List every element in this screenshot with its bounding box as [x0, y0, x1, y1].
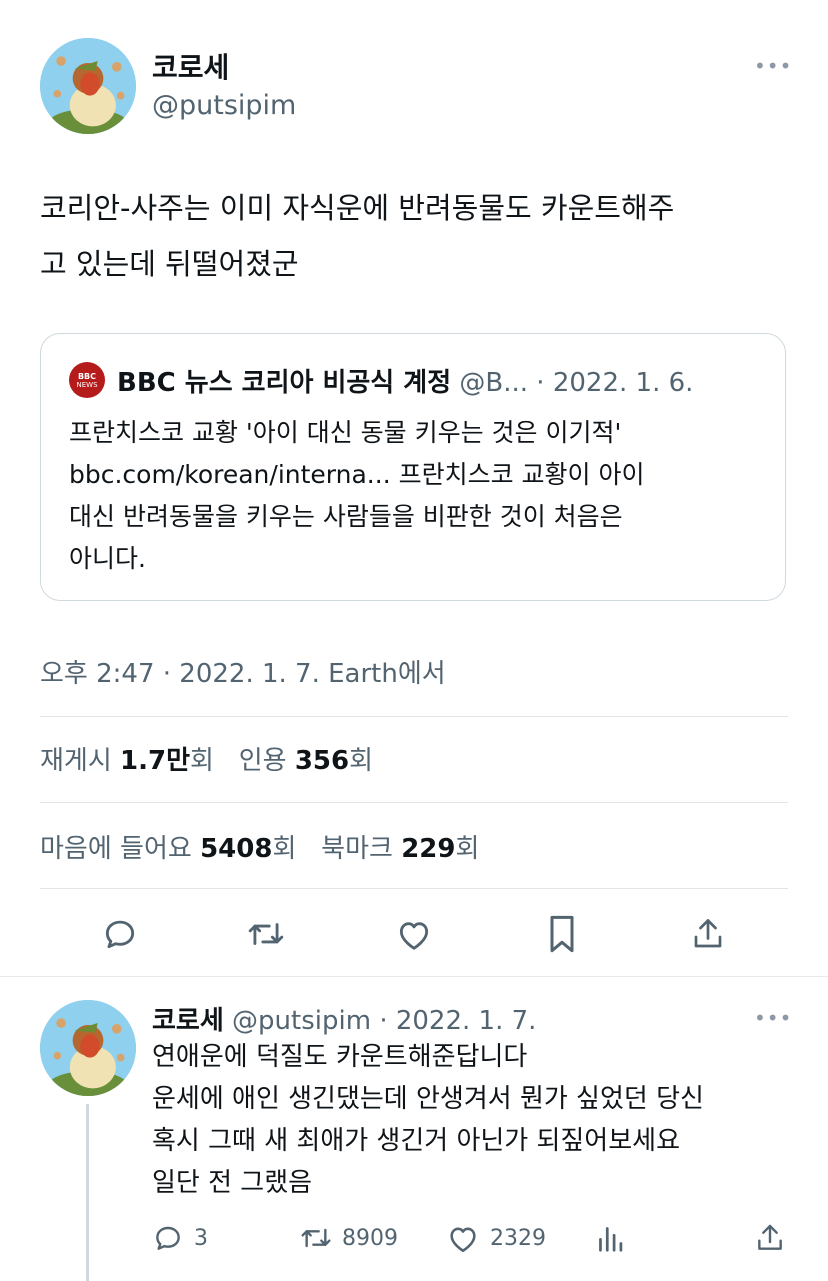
reply-date[interactable]: · 2022. 1. 7.	[379, 1006, 536, 1036]
reply-share-button[interactable]	[752, 1218, 788, 1258]
quoted-text: 프란치스코 교황 '아이 대신 동물 키우는 것은 이기적' bbc.com/k…	[69, 412, 769, 580]
reply-display-name[interactable]: 코로세	[152, 1006, 224, 1036]
likes-stat[interactable]: 마음에 들어요 5408회	[40, 834, 296, 864]
reply-text-line: 운세에 애인 생긴댔는데 안생겨서 뭔가 싶었던 당신	[152, 1084, 704, 1114]
reply-reply-button[interactable]: 3	[152, 1218, 208, 1258]
retweet-quote-stats: 재게시 1.7만회 인용 356회	[40, 740, 373, 777]
avatar-illustration	[40, 38, 136, 134]
reply-text-line: 혹시 그때 새 최애가 생긴거 아닌가 되짚어보세요	[152, 1126, 680, 1156]
bookmark-button[interactable]	[538, 910, 586, 958]
retweet-count: 8909	[342, 1225, 398, 1251]
reply-header: 코로세 @putsipim · 2022. 1. 7.	[152, 1000, 536, 1037]
divider	[40, 802, 788, 803]
quoted-text-line: 대신 반려동물을 키우는 사람들을 비판한 것이 처음은	[69, 502, 623, 531]
like-bookmark-stats: 마음에 들어요 5408회 북마크 229회	[40, 828, 479, 865]
bookmarks-value: 229	[401, 834, 456, 864]
retweets-unit: 회	[190, 746, 214, 776]
reply-icon	[105, 920, 135, 949]
like-icon	[399, 922, 429, 950]
likes-value: 5408	[200, 834, 273, 864]
views-icon	[599, 1227, 623, 1252]
bbc-logo-icon: BBC NEWS	[69, 362, 105, 398]
avatar-illustration	[40, 1000, 136, 1096]
reply-like-button[interactable]: 2329	[446, 1218, 546, 1258]
news-logo-text: NEWS	[76, 380, 98, 389]
reply-more-options-icon[interactable]: •••	[754, 1006, 792, 1030]
retweet-button[interactable]	[242, 910, 290, 958]
quoted-date[interactable]: · 2022. 1. 6.	[536, 368, 693, 398]
quoted-header: BBC 뉴스 코리아 비공식 계정 @B... · 2022. 1. 6.	[117, 362, 693, 399]
reply-count: 3	[194, 1225, 208, 1251]
quoted-handle[interactable]: @B...	[459, 368, 528, 398]
quoted-source-name[interactable]: BBC 뉴스 코리아 비공식 계정	[117, 368, 451, 398]
reply-retweet-button[interactable]: 8909	[298, 1218, 398, 1258]
like-button[interactable]	[390, 910, 438, 958]
author-avatar[interactable]	[40, 38, 136, 134]
views-button[interactable]	[594, 1218, 626, 1258]
author-handle[interactable]: @putsipim	[152, 90, 296, 121]
bookmarks-label: 북마크	[321, 834, 393, 864]
like-count: 2329	[490, 1225, 546, 1251]
retweet-icon	[248, 923, 284, 945]
share-icon	[694, 919, 722, 948]
quotes-stat[interactable]: 인용 356회	[239, 746, 373, 776]
tweet-text: 코리안-사주는 이미 자식운에 반려동물도 카운트해주 고 있는데 뒤떨어졌군	[40, 180, 800, 292]
retweets-label: 재게시	[40, 746, 112, 776]
section-divider	[0, 976, 828, 977]
bookmarks-stat[interactable]: 북마크 229회	[321, 834, 479, 864]
reply-author-avatar[interactable]	[40, 1000, 136, 1096]
share-icon	[758, 1224, 782, 1250]
retweets-value: 1.7만	[120, 746, 191, 776]
quoted-text-line: bbc.com/korean/interna... 프란치스코 교황이 아이	[69, 460, 645, 489]
reply-text: 연애운에 덕질도 카운트해준답니다 운세에 애인 생긴댔는데 안생겨서 뭔가 싶…	[152, 1036, 812, 1204]
bbc-logo-text: BBC	[77, 371, 97, 381]
tweet-text-line: 고 있는데 뒤떨어졌군	[40, 247, 299, 281]
thread-line	[86, 1104, 89, 1281]
quotes-unit: 회	[349, 746, 374, 776]
reply-handle[interactable]: @putsipim	[232, 1006, 371, 1036]
tweet-timestamp[interactable]: 오후 2:47 · 2022. 1. 7. Earth에서	[40, 653, 446, 690]
tweet-text-line: 코리안-사주는 이미 자식운에 반려동물도 카운트해주	[40, 191, 675, 225]
likes-unit: 회	[272, 834, 297, 864]
reply-icon	[156, 1226, 180, 1250]
quoted-tweet-card[interactable]: BBC NEWS BBC 뉴스 코리아 비공식 계정 @B... · 2022.…	[40, 333, 786, 601]
more-options-icon[interactable]: •••	[754, 54, 792, 78]
author-display-name[interactable]: 코로세	[152, 46, 229, 86]
retweet-icon	[301, 1228, 331, 1248]
likes-label: 마음에 들어요	[40, 834, 192, 864]
bookmark-icon	[550, 915, 574, 953]
reply-text-line: 연애운에 덕질도 카운트해준답니다	[152, 1042, 528, 1072]
divider	[40, 888, 788, 889]
bookmarks-unit: 회	[455, 834, 480, 864]
quoted-text-line: 프란치스코 교황 '아이 대신 동물 키우는 것은 이기적'	[69, 418, 622, 447]
retweets-stat[interactable]: 재게시 1.7만회	[40, 746, 214, 776]
share-button[interactable]	[684, 910, 732, 958]
divider	[40, 716, 788, 717]
like-icon	[450, 1227, 476, 1253]
reply-text-line: 일단 전 그랬음	[152, 1168, 313, 1198]
quotes-label: 인용	[238, 746, 287, 776]
quoted-text-line: 아니다.	[69, 544, 146, 573]
quotes-value: 356	[294, 746, 350, 776]
reply-button[interactable]	[96, 910, 144, 958]
